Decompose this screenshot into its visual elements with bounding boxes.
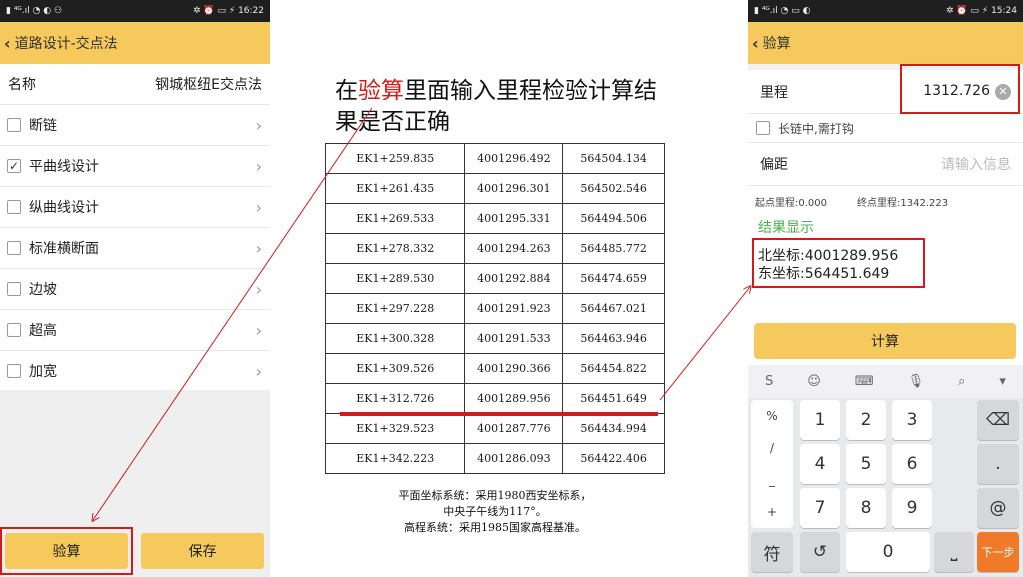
annotation-arrows — [0, 107, 1023, 577]
arrow-to-result — [659, 287, 750, 401]
arrow-to-verify-button — [93, 107, 373, 520]
